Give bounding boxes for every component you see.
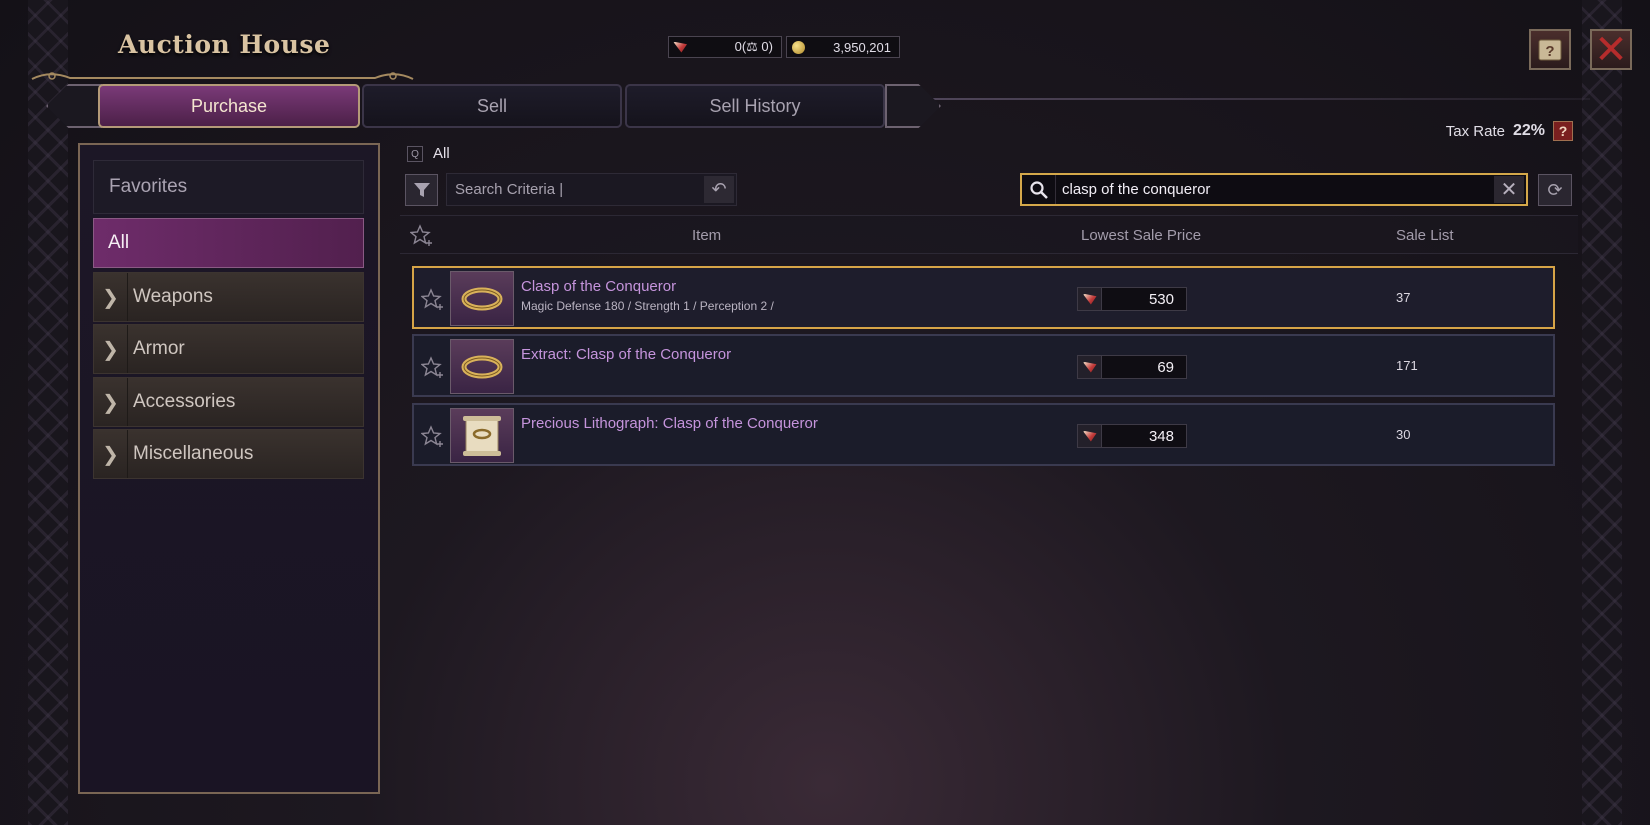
search-criteria-placeholder: Search Criteria | [455, 181, 564, 198]
price-value: 530 [1148, 290, 1174, 308]
gold-currency: 3,950,201 [786, 36, 900, 58]
table-row[interactable]: Extract: Clasp of the Conqueror 69 171 [412, 334, 1555, 397]
chevron-right-icon: ❯ [94, 378, 128, 426]
sidebar-item-miscellaneous[interactable]: ❯ Miscellaneous [93, 429, 364, 479]
clasp-item-icon [450, 271, 514, 326]
column-header-item[interactable]: Item [692, 227, 721, 244]
scope-chip: Q [407, 146, 423, 162]
tax-help-button[interactable]: ? [1553, 121, 1573, 141]
chevron-right-icon: ❯ [94, 430, 128, 478]
favorite-star-icon[interactable] [421, 288, 445, 312]
page-title: Auction House [118, 30, 331, 59]
price-value: 348 [1148, 427, 1174, 445]
sidebar-item-all[interactable]: All [93, 218, 364, 268]
sidebar-item-armor[interactable]: ❯ Armor [93, 324, 364, 374]
table-row[interactable]: Precious Lithograph: Clasp of the Conque… [412, 403, 1555, 466]
category-sidebar: Favorites All ❯ Weapons ❯ Armor ❯ Access… [78, 143, 380, 794]
lithograph-scroll-icon [450, 408, 514, 463]
search-icon [1022, 175, 1056, 204]
sidebar-item-label: Miscellaneous [133, 443, 254, 464]
ruby-currency-value: 0(⚖ 0) [734, 39, 773, 54]
filter-icon [413, 183, 430, 197]
item-name: Precious Lithograph: Clasp of the Conque… [521, 415, 818, 432]
lowest-price: 348 [1077, 424, 1187, 448]
ruby-currency-icon [1078, 288, 1102, 310]
lowest-price: 69 [1077, 355, 1187, 379]
chevron-right-icon: ❯ [94, 325, 128, 373]
item-stats: Magic Defense 180 / Strength 1 / Percept… [521, 299, 774, 313]
ruby-currency: 0(⚖ 0) [668, 36, 782, 58]
lowest-price: 530 [1077, 287, 1187, 311]
title-ornament [31, 72, 414, 80]
refresh-button[interactable]: ⟳ [1538, 174, 1572, 206]
search-criteria-field[interactable]: Search Criteria | ↶ [446, 173, 737, 206]
ruby-currency-icon [1078, 356, 1102, 378]
gold-currency-value: 3,950,201 [833, 39, 891, 55]
ruby-currency-icon [1078, 425, 1102, 447]
clear-icon[interactable]: ✕ [1494, 176, 1524, 203]
sale-list-count: 171 [1396, 358, 1418, 373]
search-input[interactable] [1056, 175, 1494, 204]
sidebar-item-weapons[interactable]: ❯ Weapons [93, 272, 364, 322]
favorite-star-icon[interactable] [421, 425, 445, 449]
favorite-star-icon[interactable] [421, 356, 445, 380]
extract-item-icon [450, 339, 514, 394]
sale-list-count: 30 [1396, 427, 1411, 442]
tab-next-arrow[interactable] [885, 84, 941, 128]
help-book-icon: ? [1538, 39, 1562, 60]
sidebar-item-label: Accessories [133, 391, 236, 412]
favorite-star-icon[interactable] [410, 224, 434, 248]
item-name: Extract: Clasp of the Conqueror [521, 346, 732, 363]
help-book-button[interactable]: ? [1529, 29, 1571, 70]
right-ornament-border [1582, 0, 1622, 825]
column-header-lowest-price[interactable]: Lowest Sale Price [1081, 227, 1201, 244]
item-name: Clasp of the Conqueror [521, 278, 677, 295]
svg-text:?: ? [1545, 43, 1554, 60]
close-icon: ✕ [1594, 27, 1628, 72]
refresh-icon: ⟳ [1547, 179, 1563, 200]
tax-rate-label: Tax Rate [1445, 122, 1505, 140]
table-header: Item Lowest Sale Price Sale List [400, 215, 1578, 254]
sidebar-item-label: Weapons [133, 286, 213, 307]
tab-sell[interactable]: Sell [362, 84, 622, 128]
tax-rate-value: 22% [1512, 122, 1545, 139]
reset-icon[interactable]: ↶ [704, 176, 734, 203]
tab-bar-line [930, 98, 1590, 100]
left-ornament-border [28, 0, 68, 825]
price-value: 69 [1157, 358, 1174, 376]
filter-button[interactable] [405, 174, 438, 206]
ruby-currency-icon [669, 37, 691, 57]
tab-sell-history[interactable]: Sell History [625, 84, 885, 128]
sidebar-item-label: Armor [133, 338, 185, 359]
chevron-right-icon: ❯ [94, 273, 128, 321]
tax-rate: Tax Rate 22% ? [1446, 121, 1573, 141]
sidebar-item-accessories[interactable]: ❯ Accessories [93, 377, 364, 427]
sidebar-item-favorites[interactable]: Favorites [93, 160, 364, 214]
gold-coin-icon [787, 37, 809, 57]
search-bar: ✕ [1020, 173, 1528, 206]
table-row[interactable]: Clasp of the Conqueror Magic Defense 180… [412, 266, 1555, 329]
close-button[interactable]: ✕ [1590, 29, 1632, 70]
scope-label: All [433, 145, 450, 162]
column-header-sale-list[interactable]: Sale List [1396, 227, 1454, 244]
tab-purchase[interactable]: Purchase [98, 84, 360, 128]
sale-list-count: 37 [1396, 290, 1411, 305]
